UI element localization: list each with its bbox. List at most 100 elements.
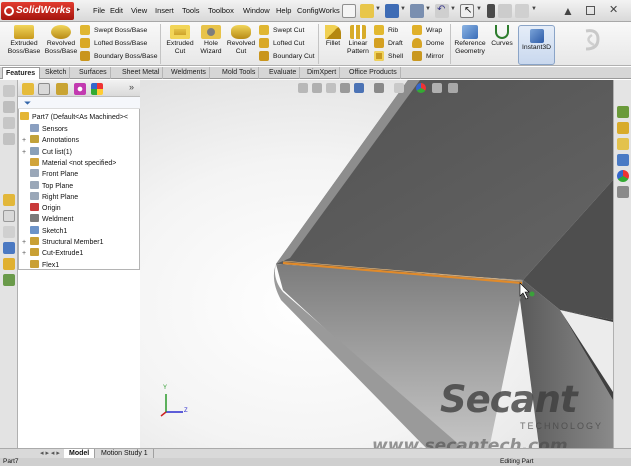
view-orientation-hud-icon[interactable] bbox=[354, 83, 364, 93]
display-manager-tab-icon[interactable] bbox=[91, 83, 103, 95]
section-view-icon[interactable] bbox=[340, 83, 350, 93]
extruded-boss-button[interactable]: Extruded Boss/Base bbox=[4, 25, 44, 56]
filter-funnel-icon[interactable]: ⏷ bbox=[24, 98, 31, 109]
hole-wizard-button[interactable]: Hole Wizard bbox=[197, 25, 225, 56]
instant3d-button[interactable]: Instant3D bbox=[518, 25, 555, 65]
new-document-icon[interactable] bbox=[342, 4, 356, 18]
configuration-manager-tab-icon[interactable] bbox=[56, 83, 68, 95]
linear-pattern-button[interactable]: Linear Pattern bbox=[344, 25, 372, 56]
window-restore-icon[interactable] bbox=[586, 6, 595, 15]
tree-expander-icon[interactable]: + bbox=[22, 135, 30, 146]
tab-dimxpert[interactable]: DimXpert bbox=[304, 67, 341, 79]
design-library-icon[interactable] bbox=[617, 122, 629, 134]
menu-window[interactable]: Window bbox=[243, 6, 270, 15]
edit-appearance-icon[interactable] bbox=[416, 83, 426, 93]
tab-evaluate[interactable]: Evaluate bbox=[266, 67, 301, 79]
line-tool-icon[interactable] bbox=[3, 101, 15, 113]
file-properties-icon[interactable] bbox=[498, 4, 512, 18]
lofted-cut-button[interactable]: Lofted Cut bbox=[259, 38, 304, 51]
swept-boss-button[interactable]: Swept Boss/Base bbox=[80, 25, 147, 38]
reference-geometry-button[interactable]: Reference Geometry bbox=[452, 25, 488, 56]
sketch-tool-icon[interactable] bbox=[3, 85, 15, 97]
apply-scene-icon[interactable] bbox=[432, 83, 442, 93]
feature-tree-tab-icon[interactable] bbox=[22, 83, 34, 95]
draft-button[interactable]: Draft bbox=[374, 38, 403, 51]
view-settings-icon[interactable] bbox=[448, 83, 458, 93]
tree-item[interactable]: + Structural Member1 bbox=[22, 237, 103, 248]
tab-sheet-metal[interactable]: Sheet Metal bbox=[119, 67, 164, 79]
property-manager-tab-icon[interactable] bbox=[38, 83, 50, 95]
trim-tool-icon[interactable] bbox=[3, 226, 15, 238]
tree-item[interactable]: Flex1 bbox=[22, 259, 59, 271]
wrap-button[interactable]: Wrap bbox=[412, 25, 442, 38]
appearances-icon[interactable] bbox=[617, 170, 629, 182]
tree-item[interactable]: Material <not specified> bbox=[22, 157, 116, 169]
tab-sketch[interactable]: Sketch bbox=[42, 67, 71, 79]
revolved-cut-button[interactable]: Revolved Cut bbox=[225, 25, 257, 56]
tree-item[interactable]: + Cut-Extrude1 bbox=[22, 248, 83, 259]
zoom-to-fit-icon[interactable] bbox=[298, 83, 308, 93]
hide-show-items-icon[interactable] bbox=[394, 83, 404, 93]
tree-item[interactable]: + Annotations bbox=[22, 135, 79, 146]
menu-configworks[interactable]: ConfigWorks bbox=[297, 6, 340, 15]
tree-item[interactable]: Top Plane bbox=[22, 180, 73, 192]
rib-button[interactable]: Rib bbox=[374, 25, 398, 38]
boundary-cut-button[interactable]: Boundary Cut bbox=[259, 51, 315, 64]
tab-features[interactable]: Features bbox=[2, 67, 40, 79]
convert-entities-icon[interactable] bbox=[3, 258, 15, 270]
chevron-down-icon[interactable]: ▼ bbox=[425, 6, 431, 12]
shell-button[interactable]: Shell bbox=[374, 51, 403, 64]
mirror-button[interactable]: Mirror bbox=[412, 51, 444, 64]
dome-button[interactable]: Dome bbox=[412, 38, 444, 51]
tab-office-products[interactable]: Office Products bbox=[346, 67, 401, 79]
solidworks-resources-icon[interactable] bbox=[617, 106, 629, 118]
rebuild-traffic-light-icon[interactable] bbox=[487, 4, 495, 18]
tab-surfaces[interactable]: Surfaces bbox=[76, 67, 111, 79]
file-explorer-icon[interactable] bbox=[617, 138, 629, 150]
tree-item[interactable]: Right Plane bbox=[22, 191, 78, 203]
fillet-button[interactable]: Fillet bbox=[321, 25, 345, 48]
tree-item[interactable]: Front Plane bbox=[22, 169, 78, 180]
zoom-area-icon[interactable] bbox=[312, 83, 322, 93]
open-folder-icon[interactable] bbox=[360, 4, 374, 18]
view-palette-icon[interactable] bbox=[617, 154, 629, 166]
window-minimize-icon[interactable]: ▲ bbox=[562, 4, 574, 18]
mirror-entities-icon[interactable] bbox=[3, 274, 15, 286]
tab-mold-tools[interactable]: Mold Tools bbox=[219, 67, 260, 79]
chevron-down-icon[interactable]: ▼ bbox=[531, 6, 537, 12]
chevron-down-icon[interactable]: ▼ bbox=[400, 6, 406, 12]
tree-expander-icon[interactable]: + bbox=[22, 248, 30, 259]
menu-insert[interactable]: Insert bbox=[155, 6, 174, 15]
tree-item[interactable]: Sensors bbox=[22, 124, 68, 135]
circle-tool-icon[interactable] bbox=[3, 133, 15, 145]
dimxpert-manager-tab-icon[interactable] bbox=[74, 83, 86, 95]
menu-tools[interactable]: Tools bbox=[182, 6, 200, 15]
tab-scroll-arrows-icon[interactable]: ◂ ▸ ◂ ▸ bbox=[40, 449, 60, 457]
rectangle-tool-icon[interactable] bbox=[3, 117, 15, 129]
chevron-down-icon[interactable]: ▼ bbox=[476, 6, 482, 12]
relations-icon[interactable] bbox=[3, 210, 15, 222]
chevron-down-icon[interactable]: ▼ bbox=[450, 6, 456, 12]
smart-dimension-icon[interactable] bbox=[3, 194, 15, 206]
tree-item[interactable]: Weldment bbox=[22, 214, 73, 225]
menu-view[interactable]: View bbox=[131, 6, 147, 15]
logo-dropdown-icon[interactable]: ▸ bbox=[77, 6, 80, 13]
expand-panel-icon[interactable]: » bbox=[129, 82, 134, 92]
menu-toolbox[interactable]: Toolbox bbox=[208, 6, 234, 15]
previous-view-icon[interactable] bbox=[326, 83, 336, 93]
menu-help[interactable]: Help bbox=[276, 6, 291, 15]
boundary-boss-button[interactable]: Boundary Boss/Base bbox=[80, 51, 157, 64]
tree-item[interactable]: Sketch1 bbox=[22, 225, 67, 237]
tree-expander-icon[interactable]: + bbox=[22, 147, 30, 158]
custom-properties-icon[interactable] bbox=[617, 186, 629, 198]
tree-expander-icon[interactable]: + bbox=[22, 237, 30, 248]
select-pointer-icon[interactable]: ↖ bbox=[460, 4, 474, 18]
extruded-cut-button[interactable]: Extruded Cut bbox=[163, 25, 197, 56]
print-icon[interactable] bbox=[410, 4, 424, 18]
options-gear-icon[interactable] bbox=[515, 4, 529, 18]
display-style-icon[interactable] bbox=[374, 83, 384, 93]
save-icon[interactable] bbox=[385, 4, 399, 18]
lofted-boss-button[interactable]: Lofted Boss/Base bbox=[80, 38, 147, 51]
chevron-down-icon[interactable]: ▼ bbox=[375, 6, 381, 12]
swept-cut-button[interactable]: Swept Cut bbox=[259, 25, 304, 38]
